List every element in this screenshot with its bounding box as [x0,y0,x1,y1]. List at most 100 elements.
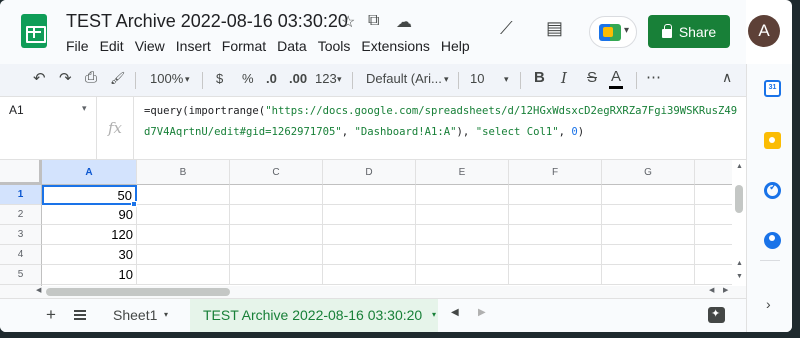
scroll-tabs-left-icon[interactable]: ◀ [451,307,459,318]
menu-help[interactable]: Help [441,38,476,54]
paint-format-icon[interactable]: 🖌 [110,71,125,85]
column-header-g[interactable]: G [602,160,695,185]
meet-button[interactable]: ▾ [589,16,637,48]
grid-cell[interactable] [230,185,323,205]
activity-trend-icon[interactable]: ⟋ [500,18,513,39]
grid-cell[interactable] [416,185,509,205]
increase-decimal-button[interactable]: .00 [289,71,307,86]
undo-icon[interactable]: ↶ [33,69,46,87]
grid-cell[interactable] [695,185,735,205]
grid-cell[interactable] [323,205,416,225]
contacts-icon[interactable] [764,232,781,249]
move-icon[interactable]: ⧉ [368,12,379,30]
bold-button[interactable]: B [534,69,545,86]
vertical-scrollbar[interactable]: ▲ ▲ ▼ [732,160,746,286]
menu-data[interactable]: Data [277,38,313,54]
cell-a3[interactable]: 120 [42,225,137,245]
scroll-tabs-right-icon[interactable]: ▶ [478,307,486,318]
grid-cell[interactable] [323,265,416,285]
cell-a2[interactable]: 90 [42,205,137,225]
horizontal-scrollbar[interactable]: ◀ ◀ ▶ [0,286,746,298]
cell-a5[interactable]: 10 [42,265,137,285]
document-title[interactable]: TEST Archive 2022-08-16 03:30:20 [66,11,348,32]
redo-icon[interactable]: ↷ [59,69,72,87]
zoom-select[interactable]: 100% [150,71,183,86]
scroll-down-icon[interactable]: ▼ [736,273,743,280]
grid-cell[interactable] [230,205,323,225]
grid-cell[interactable] [230,265,323,285]
grid-cell[interactable] [695,225,735,245]
row-header-1[interactable]: 1 [0,185,42,205]
calendar-icon[interactable]: 31 [764,80,781,97]
italic-button[interactable]: I [561,69,567,87]
grid-cell[interactable] [509,245,602,265]
column-header-e[interactable]: E [416,160,509,185]
tasks-icon[interactable] [764,182,781,199]
more-formats-button[interactable]: 123 [315,71,337,86]
grid-cell[interactable] [416,265,509,285]
cloud-status-icon[interactable]: ☁ [396,12,412,32]
column-header-a[interactable]: A [42,160,137,185]
grid-cell[interactable] [695,265,735,285]
menu-extensions[interactable]: Extensions [361,38,435,54]
add-sheet-icon[interactable]: + [46,305,56,325]
grid-cell[interactable] [323,185,416,205]
grid-cell[interactable] [695,245,735,265]
more-options-icon[interactable]: ⋯ [646,68,661,86]
menu-insert[interactable]: Insert [176,38,217,54]
grid-cell[interactable] [416,225,509,245]
grid-cell[interactable] [509,265,602,285]
column-header-b[interactable]: B [137,160,230,185]
vertical-scroll-thumb[interactable] [735,185,743,213]
grid-cell[interactable] [137,185,230,205]
percent-format-button[interactable]: % [242,71,254,86]
column-header-h[interactable] [695,160,735,185]
tab-test-archive[interactable]: TEST Archive 2022-08-16 03:30:20 [203,307,422,323]
font-family-select[interactable]: Default (Ari... [366,71,442,86]
column-header-c[interactable]: C [230,160,323,185]
collapse-toolbar-icon[interactable]: ∧ [722,69,732,86]
grid-cell[interactable] [230,245,323,265]
select-all-corner[interactable] [0,160,42,185]
grid-cell[interactable] [602,205,695,225]
all-sheets-icon[interactable] [74,310,86,320]
menu-view[interactable]: View [135,38,171,54]
row-header-3[interactable]: 3 [0,225,42,245]
currency-format-button[interactable]: $ [216,71,223,86]
scroll-up-icon[interactable]: ▲ [736,260,743,267]
comments-icon[interactable]: ▤ [546,18,563,39]
grid-cell[interactable] [230,225,323,245]
share-button[interactable]: Share [648,15,730,48]
grid-cell[interactable] [509,225,602,245]
scroll-left-icon[interactable]: ◀ [36,286,41,294]
grid-cell[interactable] [137,245,230,265]
menu-file[interactable]: File [66,38,95,54]
formula-input[interactable]: =query(importrange("https://docs.google.… [144,101,740,143]
chevron-down-icon[interactable]: ▾ [432,310,436,319]
text-color-button[interactable]: A [611,68,621,85]
row-header-5[interactable]: 5 [0,265,42,285]
grid-cell[interactable] [137,205,230,225]
star-icon[interactable]: ☆ [341,12,355,32]
cell-a4[interactable]: 30 [42,245,137,265]
grid-cell[interactable] [323,225,416,245]
menu-tools[interactable]: Tools [318,38,357,54]
grid-cell[interactable] [416,245,509,265]
chevron-right-icon[interactable]: › [766,296,771,312]
account-avatar[interactable]: A [748,15,780,47]
chevron-down-icon[interactable]: ▾ [164,310,168,319]
column-header-f[interactable]: F [509,160,602,185]
row-header-2[interactable]: 2 [0,205,42,225]
horizontal-scroll-thumb[interactable] [46,288,230,296]
menu-format[interactable]: Format [222,38,272,54]
scroll-right-icon[interactable]: ▶ [723,286,728,294]
column-header-d[interactable]: D [323,160,416,185]
explore-icon[interactable] [708,307,725,323]
scroll-up-icon[interactable]: ▲ [736,163,743,170]
keep-icon[interactable] [764,132,781,149]
chevron-down-icon[interactable]: ▾ [82,103,87,114]
decrease-decimal-button[interactable]: .0 [266,71,277,86]
font-size-select[interactable]: 10 [470,71,484,86]
grid-cell[interactable] [602,225,695,245]
sheets-logo-icon[interactable] [21,14,47,48]
